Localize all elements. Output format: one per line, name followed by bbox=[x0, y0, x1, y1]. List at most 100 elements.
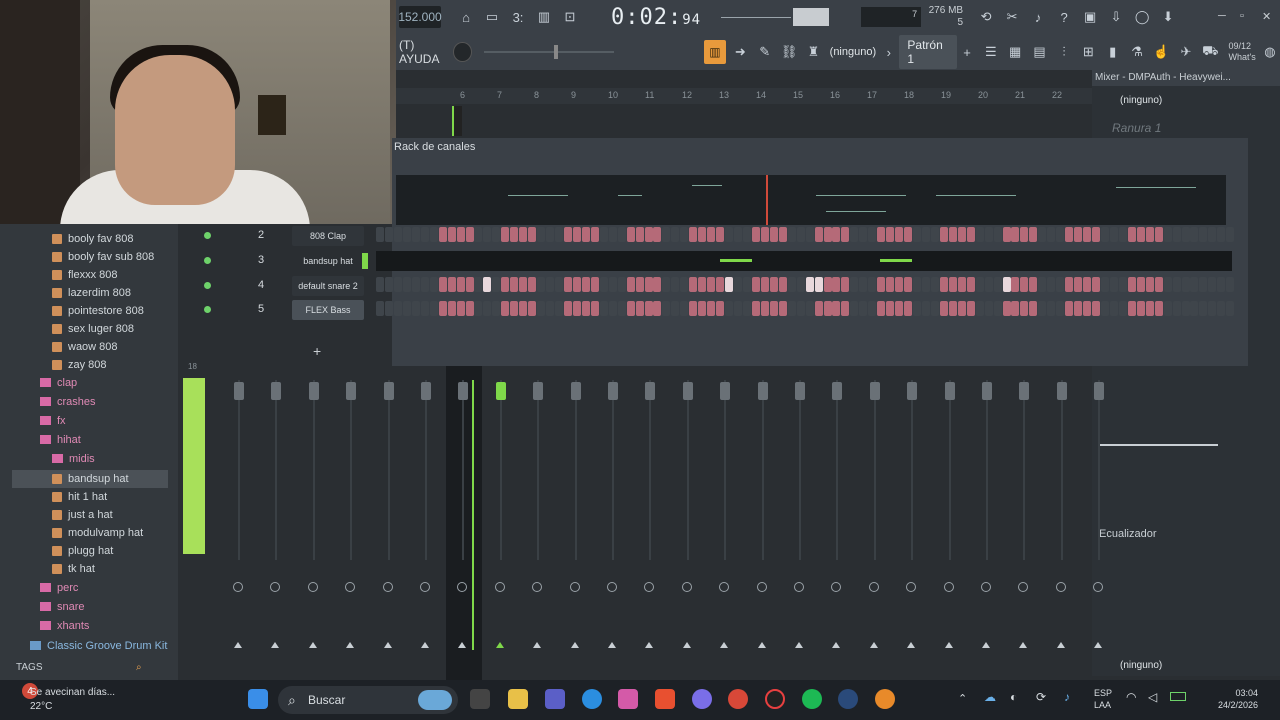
step-button[interactable] bbox=[1199, 227, 1208, 242]
channel-rack-icon[interactable]: ▦ bbox=[1005, 41, 1025, 63]
step-button[interactable] bbox=[501, 277, 510, 292]
step-button[interactable] bbox=[1109, 301, 1118, 316]
pan-knob[interactable] bbox=[1018, 582, 1029, 592]
step-button[interactable] bbox=[742, 301, 751, 316]
browser-folder[interactable]: crashes bbox=[40, 392, 200, 411]
step-button[interactable] bbox=[716, 301, 725, 316]
step-button[interactable] bbox=[859, 227, 868, 242]
step-button[interactable] bbox=[948, 277, 957, 292]
browser-file[interactable]: booly fav sub 808 bbox=[52, 248, 170, 266]
step-button[interactable] bbox=[608, 227, 617, 242]
step-button[interactable] bbox=[957, 227, 966, 242]
pan-knob[interactable] bbox=[532, 582, 543, 592]
step-button[interactable] bbox=[447, 301, 456, 316]
step-button[interactable] bbox=[483, 277, 492, 292]
step-button[interactable] bbox=[384, 277, 393, 292]
mixer-track[interactable] bbox=[275, 380, 278, 560]
step-button[interactable] bbox=[1190, 227, 1199, 242]
step-button[interactable] bbox=[429, 301, 438, 316]
step-button[interactable] bbox=[921, 277, 930, 292]
step-button[interactable] bbox=[1118, 277, 1127, 292]
step-button[interactable] bbox=[1163, 301, 1172, 316]
step-button[interactable] bbox=[1172, 277, 1181, 292]
step-button[interactable] bbox=[1029, 277, 1038, 292]
route-arrow-icon[interactable] bbox=[234, 642, 242, 648]
step-button[interactable] bbox=[1154, 277, 1163, 292]
mixer-track[interactable] bbox=[574, 380, 577, 560]
save-icon[interactable]: ▣ bbox=[1079, 6, 1101, 28]
step-button[interactable] bbox=[617, 227, 626, 242]
step-button[interactable] bbox=[590, 277, 599, 292]
cart-icon[interactable]: ⛟ bbox=[1200, 41, 1220, 63]
fader-cap[interactable] bbox=[944, 382, 955, 400]
step-button[interactable] bbox=[581, 227, 590, 242]
step-button[interactable] bbox=[492, 301, 501, 316]
step-button[interactable] bbox=[1226, 227, 1235, 242]
step-button[interactable] bbox=[975, 227, 984, 242]
step-button[interactable] bbox=[689, 277, 698, 292]
mixer-track[interactable] bbox=[387, 380, 390, 560]
pattern-picker-icon[interactable]: ⊞ bbox=[1078, 41, 1098, 63]
step-button[interactable] bbox=[742, 227, 751, 242]
fader-cap[interactable] bbox=[682, 382, 693, 400]
chrome-icon[interactable] bbox=[728, 689, 748, 709]
step-button[interactable] bbox=[841, 277, 850, 292]
step-button[interactable] bbox=[1163, 227, 1172, 242]
step-button[interactable] bbox=[429, 277, 438, 292]
step-button[interactable] bbox=[635, 301, 644, 316]
step-button[interactable] bbox=[957, 277, 966, 292]
slider-thumb[interactable] bbox=[554, 45, 559, 59]
fl-studio-icon[interactable] bbox=[875, 689, 895, 709]
step-button[interactable] bbox=[1092, 227, 1100, 242]
mixer-track[interactable] bbox=[537, 380, 540, 560]
discord-icon[interactable] bbox=[692, 689, 712, 709]
step-button[interactable] bbox=[796, 227, 805, 242]
step-button[interactable] bbox=[886, 277, 895, 292]
step-button[interactable] bbox=[1065, 227, 1074, 242]
step-button[interactable] bbox=[671, 227, 680, 242]
step-button[interactable] bbox=[438, 301, 447, 316]
step-button[interactable] bbox=[546, 301, 555, 316]
step-button[interactable] bbox=[1127, 301, 1136, 316]
step-button[interactable] bbox=[716, 277, 725, 292]
step-button[interactable] bbox=[635, 227, 644, 242]
step-button[interactable] bbox=[1208, 227, 1217, 242]
metronome-icon[interactable]: ⌂ bbox=[455, 6, 477, 28]
step-button[interactable] bbox=[456, 227, 465, 242]
step-button[interactable] bbox=[555, 277, 563, 292]
step-button[interactable] bbox=[644, 227, 653, 242]
step-button[interactable] bbox=[519, 227, 528, 242]
step-button[interactable] bbox=[975, 301, 984, 316]
step-button[interactable] bbox=[796, 301, 805, 316]
step-button[interactable] bbox=[904, 301, 913, 316]
step-button[interactable] bbox=[1083, 227, 1092, 242]
route-arrow-icon[interactable] bbox=[608, 642, 616, 648]
step-button[interactable] bbox=[376, 301, 384, 316]
step-button[interactable] bbox=[1145, 277, 1154, 292]
step-button[interactable] bbox=[984, 277, 993, 292]
step-button[interactable] bbox=[850, 227, 859, 242]
step-button[interactable] bbox=[1047, 277, 1056, 292]
step-button[interactable] bbox=[930, 301, 939, 316]
preset-dropdown[interactable]: (ninguno) bbox=[830, 46, 876, 58]
render-icon[interactable]: ⇩ bbox=[1105, 6, 1127, 28]
refresh-icon[interactable]: ⟳ bbox=[1036, 690, 1046, 704]
step-button[interactable] bbox=[966, 227, 975, 242]
pan-knob[interactable] bbox=[831, 582, 842, 592]
mixer-track[interactable] bbox=[462, 380, 465, 560]
step-button[interactable] bbox=[1226, 277, 1235, 292]
step-button[interactable] bbox=[1145, 227, 1154, 242]
step-button[interactable] bbox=[760, 277, 769, 292]
step-button[interactable] bbox=[823, 277, 832, 292]
step-button[interactable] bbox=[1056, 277, 1065, 292]
step-button[interactable] bbox=[644, 301, 653, 316]
edge-icon[interactable] bbox=[582, 689, 602, 709]
step-button[interactable] bbox=[1217, 277, 1226, 292]
step-button[interactable] bbox=[555, 227, 563, 242]
channel-row[interactable]: 5 FLEX Bass bbox=[196, 299, 1236, 321]
pattern-selector[interactable]: Patrón 1 bbox=[899, 35, 958, 69]
step-button[interactable] bbox=[1163, 277, 1172, 292]
step-button[interactable] bbox=[537, 227, 546, 242]
step-button[interactable] bbox=[617, 301, 626, 316]
step-button[interactable] bbox=[1118, 301, 1127, 316]
